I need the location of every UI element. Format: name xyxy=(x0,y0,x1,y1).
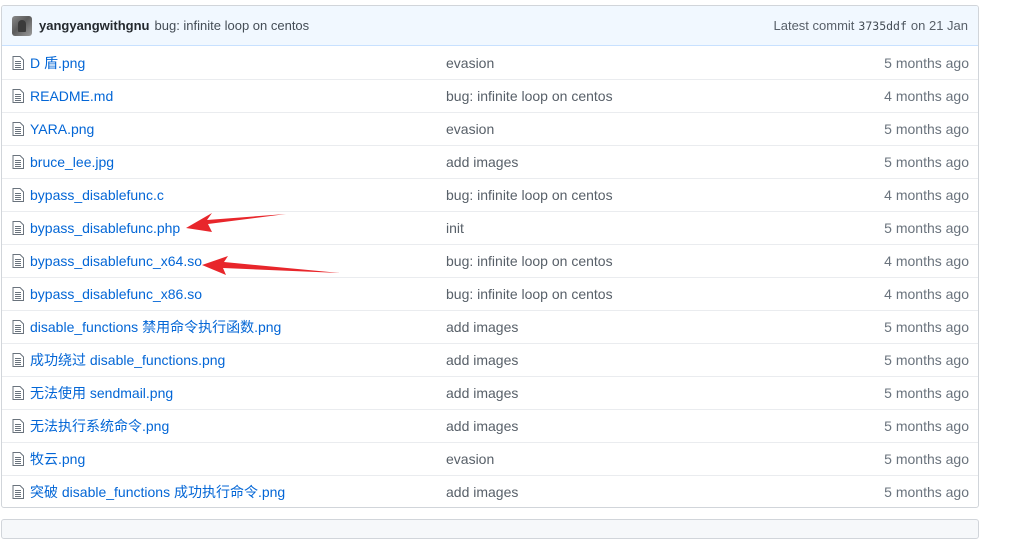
file-commit-message[interactable]: bug: infinite loop on centos xyxy=(446,286,613,302)
file-commit-message[interactable]: add images xyxy=(446,352,518,368)
file-name-link[interactable]: bruce_lee.jpg xyxy=(30,154,114,170)
file-row[interactable]: 突破 disable_functions 成功执行命令.png add image… xyxy=(2,475,978,507)
latest-commit-label: Latest commit xyxy=(773,18,855,33)
file-age: 4 months ago xyxy=(884,286,969,302)
file-commit-message[interactable]: add images xyxy=(446,418,518,434)
file-row[interactable]: YARA.png evasion 5 months ago xyxy=(2,112,978,145)
file-row[interactable]: 无法执行系统命令.png add images 5 months ago xyxy=(2,409,978,442)
commit-author[interactable]: yangyangwithgnu xyxy=(39,18,150,33)
file-commit-message[interactable]: bug: infinite loop on centos xyxy=(446,253,613,269)
file-name-link[interactable]: bypass_disablefunc.php xyxy=(30,220,180,236)
readme-box xyxy=(1,519,979,539)
file-commit-message[interactable]: init xyxy=(446,220,464,236)
file-list: D 盾.png evasion 5 months ago README.md bug: … xyxy=(2,46,978,507)
file-age: 5 months ago xyxy=(884,484,969,500)
file-row[interactable]: bruce_lee.jpg add images 5 months ago xyxy=(2,145,978,178)
file-name-link[interactable]: D 盾.png xyxy=(30,55,85,71)
file-commit-message[interactable]: evasion xyxy=(446,121,494,137)
file-icon xyxy=(2,188,29,202)
file-icon xyxy=(2,452,29,466)
file-icon xyxy=(2,89,29,103)
file-commit-message[interactable]: evasion xyxy=(446,55,494,71)
file-icon xyxy=(2,55,29,70)
file-age: 5 months ago xyxy=(884,121,969,137)
file-commit-message[interactable]: evasion xyxy=(446,451,494,467)
file-row[interactable]: 无法使用 sendmail.png add images 5 months ago xyxy=(2,376,978,409)
file-name-link[interactable]: bypass_disablefunc.c xyxy=(30,187,164,203)
file-age: 5 months ago xyxy=(884,385,969,401)
file-commit-message[interactable]: bug: infinite loop on centos xyxy=(446,88,613,104)
avatar[interactable] xyxy=(12,15,32,36)
commit-sha[interactable]: 3735ddf xyxy=(858,19,906,33)
file-name-link[interactable]: README.md xyxy=(30,88,113,104)
file-row[interactable]: 牧云.png evasion 5 months ago xyxy=(2,442,978,475)
commit-date: on 21 Jan xyxy=(910,18,968,33)
file-icon xyxy=(2,320,29,334)
file-icon xyxy=(2,254,29,268)
file-name-link[interactable]: disable_functions 禁用命令执行函数.png xyxy=(30,319,281,335)
file-browser: yangyangwithgnu bug: infinite loop on ce… xyxy=(1,5,979,508)
file-age: 4 months ago xyxy=(884,253,969,269)
file-age: 5 months ago xyxy=(884,54,969,71)
file-age: 4 months ago xyxy=(884,88,969,104)
file-commit-message[interactable]: add images xyxy=(446,385,518,401)
file-age: 5 months ago xyxy=(884,418,969,434)
file-row[interactable]: bypass_disablefunc_x64.so bug: infinite l… xyxy=(2,244,978,277)
file-name-link[interactable]: 成功绕过 disable_functions.png xyxy=(30,352,225,368)
file-name-link[interactable]: 突破 disable_functions 成功执行命令.png xyxy=(30,484,285,500)
file-icon xyxy=(2,287,29,301)
file-name-link[interactable]: 无法执行系统命令.png xyxy=(30,418,169,434)
file-icon xyxy=(2,485,29,499)
file-row[interactable]: D 盾.png evasion 5 months ago xyxy=(2,46,978,79)
file-icon xyxy=(2,386,29,400)
file-age: 5 months ago xyxy=(884,352,969,368)
file-row[interactable]: bypass_disablefunc.c bug: infinite loop o… xyxy=(2,178,978,211)
file-icon xyxy=(2,122,29,136)
file-age: 5 months ago xyxy=(884,451,969,467)
file-row[interactable]: README.md bug: infinite loop on centos 4 m… xyxy=(2,79,978,112)
file-commit-message[interactable]: add images xyxy=(446,319,518,335)
latest-commit-bar: yangyangwithgnu bug: infinite loop on ce… xyxy=(2,6,978,46)
commit-message[interactable]: bug: infinite loop on centos xyxy=(155,18,310,33)
file-name-link[interactable]: bypass_disablefunc_x64.so xyxy=(30,253,202,269)
file-commit-message[interactable]: add images xyxy=(446,484,518,500)
file-age: 5 months ago xyxy=(884,319,969,335)
file-commit-message[interactable]: bug: infinite loop on centos xyxy=(446,187,613,203)
file-icon xyxy=(2,155,29,169)
file-name-link[interactable]: 无法使用 sendmail.png xyxy=(30,385,173,401)
file-icon xyxy=(2,353,29,367)
file-commit-message[interactable]: add images xyxy=(446,154,518,170)
file-age: 5 months ago xyxy=(884,220,969,236)
file-row[interactable]: bypass_disablefunc_x86.so bug: infinite l… xyxy=(2,277,978,310)
file-row[interactable]: 成功绕过 disable_functions.png add images 5 mo… xyxy=(2,343,978,376)
file-row[interactable]: disable_functions 禁用命令执行函数.png add images… xyxy=(2,310,978,343)
file-icon xyxy=(2,221,29,235)
file-name-link[interactable]: bypass_disablefunc_x86.so xyxy=(30,286,202,302)
file-age: 4 months ago xyxy=(884,187,969,203)
file-icon xyxy=(2,419,29,433)
file-row[interactable]: bypass_disablefunc.php init 5 months ago xyxy=(2,211,978,244)
file-name-link[interactable]: YARA.png xyxy=(30,121,94,137)
file-name-link[interactable]: 牧云.png xyxy=(30,451,85,467)
file-age: 5 months ago xyxy=(884,154,969,170)
